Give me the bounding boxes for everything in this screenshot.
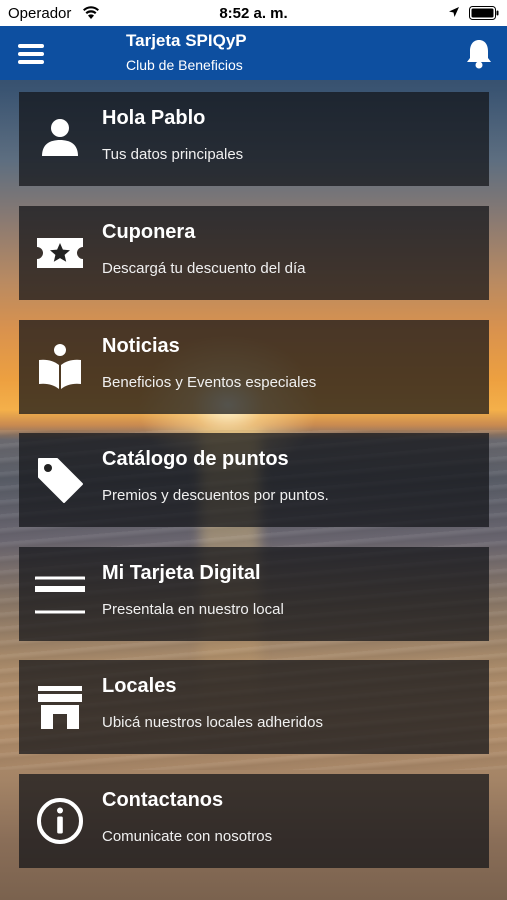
menu-item-subtitle: Beneficios y Eventos especiales [102,374,317,391]
status-bar: Operador 8:52 a. m. [0,0,507,26]
menu-item-subtitle: Premios y descuentos por puntos. [102,487,329,504]
info-icon [35,796,85,846]
menu-item-title: Hola Pablo [102,107,206,129]
menu-item-title: Noticias [102,335,180,357]
menu-item-subtitle: Comunicate con nosotros [102,828,273,845]
menu-item-tarjeta-digital[interactable]: Mi Tarjeta Digital Presentala en nuestro… [19,547,489,641]
bell-icon[interactable] [465,38,493,70]
reader-book-icon [35,342,85,392]
ticket-star-icon [35,228,85,278]
menu-item-contactanos[interactable]: Contactanos Comunicate con nosotros [19,774,489,868]
user-icon [35,114,85,164]
menu-item-subtitle: Ubicá nuestros locales adheridos [102,714,323,731]
menu-item-title: Mi Tarjeta Digital [102,562,261,584]
tag-icon [35,455,85,505]
app-subtitle: Club de Beneficios [126,57,243,73]
menu-item-title: Cuponera [102,221,196,243]
menu-item-subtitle: Presentala en nuestro local [102,601,284,618]
menu-item-title: Contactanos [102,789,224,811]
menu-item-perfil[interactable]: Hola Pablo Tus datos principales [19,92,489,186]
app-header: Tarjeta SPIQyP Club de Beneficios [0,26,507,80]
credit-card-icon [35,569,85,619]
location-arrow-icon [448,6,460,18]
store-icon [35,682,85,732]
menu-item-subtitle: Tus datos principales [102,146,244,163]
app-title: Tarjeta SPIQyP [126,31,247,50]
clock: 8:52 a. m. [219,5,288,22]
menu-item-title: Locales [102,675,177,697]
menu-item-title: Catálogo de puntos [102,448,289,470]
menu-item-noticias[interactable]: Noticias Beneficios y Eventos especiales [19,320,489,414]
menu-item-cuponera[interactable]: Cuponera Descargá tu descuento del día [19,206,489,300]
hamburger-menu-icon[interactable] [18,43,44,65]
menu-item-locales[interactable]: Locales Ubicá nuestros locales adheridos [19,660,489,754]
battery-icon [469,6,499,20]
menu-item-catalogo[interactable]: Catálogo de puntos Premios y descuentos … [19,433,489,527]
menu-item-subtitle: Descargá tu descuento del día [102,260,306,277]
